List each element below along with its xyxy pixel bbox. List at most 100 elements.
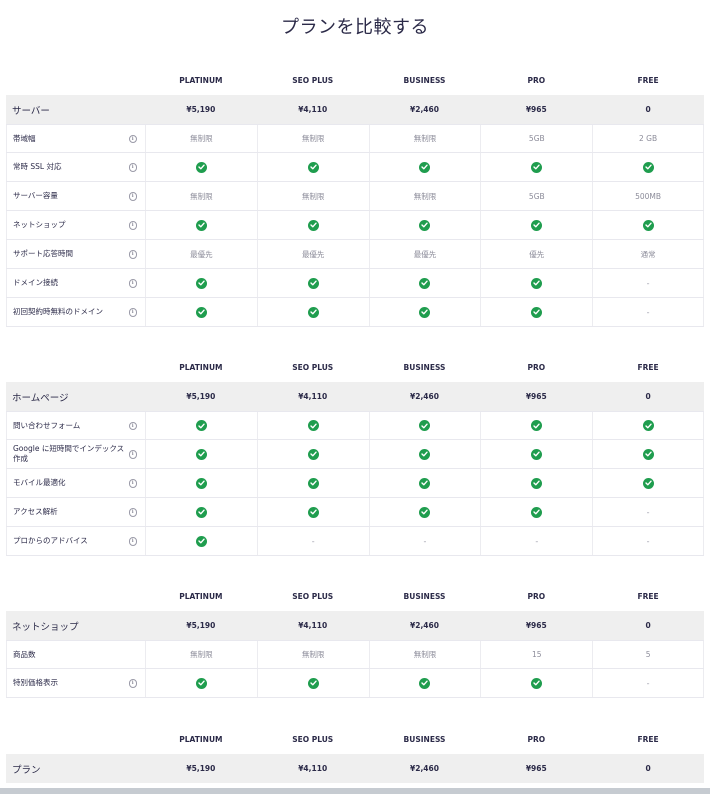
feature-value: 通常 <box>640 249 656 259</box>
check-icon <box>195 306 207 318</box>
check-icon <box>195 219 207 231</box>
not-included-dash: - <box>646 536 650 546</box>
check-icon <box>307 306 319 318</box>
feature-cell <box>480 153 592 181</box>
info-icon[interactable]: i <box>128 308 137 317</box>
feature-cell <box>256 211 369 239</box>
info-icon[interactable]: i <box>128 134 137 143</box>
check-icon <box>419 506 431 518</box>
check-icon <box>642 161 654 173</box>
feature-label-cell: ネットショップ i <box>6 211 145 239</box>
feature-row: プロからのアドバイス i - - - - <box>6 527 704 556</box>
feature-row: 帯域幅 i 無制限 無制限 無制限 5GB 2 GB <box>6 124 704 153</box>
not-included-dash: - <box>646 507 650 517</box>
check-icon <box>419 448 431 460</box>
feature-label-cell: モバイル最適化 i <box>6 469 145 497</box>
info-icon[interactable]: i <box>128 192 137 201</box>
feature-value: 500MB <box>635 191 662 201</box>
feature-value: 2 GB <box>639 134 658 143</box>
check-icon <box>307 677 319 689</box>
feature-label-cell: アクセス解析 i <box>6 498 145 526</box>
plan-header-3: PRO <box>527 363 546 372</box>
check-icon <box>195 448 207 460</box>
feature-value: 5GB <box>528 134 545 143</box>
check-icon <box>419 677 431 689</box>
feature-label: Google に短時間でインデックス作成 <box>13 444 125 463</box>
feature-cell: 無制限 <box>145 641 257 668</box>
feature-label-cell: 帯域幅 i <box>6 125 145 152</box>
info-icon[interactable]: i <box>128 479 137 488</box>
feature-cell <box>145 469 257 497</box>
info-icon[interactable]: i <box>128 537 137 546</box>
feature-label-cell: サポート応答時間 i <box>6 240 145 268</box>
header-spacer <box>6 353 145 382</box>
not-included-dash: - <box>646 678 650 688</box>
info-icon[interactable]: i <box>128 421 137 430</box>
check-icon <box>419 219 431 231</box>
feature-label-cell: サーバー容量 i <box>6 182 145 210</box>
info-icon[interactable]: i <box>128 250 137 259</box>
price-cell: ¥4,110 <box>298 764 328 773</box>
feature-value: 無制限 <box>301 134 325 143</box>
section-title: サーバー <box>12 105 50 117</box>
feature-value: 無制限 <box>413 191 437 201</box>
check-icon <box>195 420 207 431</box>
price-cell: ¥965 <box>525 621 547 630</box>
feature-cell <box>256 440 369 468</box>
info-icon[interactable]: i <box>128 221 137 230</box>
feature-label: 商品数 <box>13 649 36 659</box>
price-cell: 0 <box>645 621 651 630</box>
feature-cell <box>480 412 592 439</box>
feature-label: 帯域幅 <box>13 133 36 143</box>
feature-value: 無制限 <box>190 650 213 659</box>
plan-header-4: FREE <box>637 735 659 744</box>
price-cell: ¥5,190 <box>186 105 216 114</box>
check-icon <box>531 161 543 173</box>
check-icon <box>531 477 543 489</box>
price-row: プラン ¥5,190 ¥4,110 ¥2,460 ¥965 0 <box>6 754 704 783</box>
header-spacer <box>6 582 145 611</box>
feature-label: アクセス解析 <box>13 507 58 516</box>
feature-label: サーバー容量 <box>13 191 58 200</box>
feature-cell <box>368 412 481 439</box>
info-icon[interactable]: i <box>128 163 137 172</box>
info-icon[interactable]: i <box>128 450 137 459</box>
feature-label: 常時 SSL 対応 <box>13 162 62 171</box>
check-icon <box>307 448 319 460</box>
feature-cell: - <box>592 269 704 297</box>
feature-cell: 5 <box>592 641 704 668</box>
plan-header-3: PRO <box>527 76 546 85</box>
feature-cell <box>145 269 257 297</box>
feature-cell: 2 GB <box>592 125 704 152</box>
bottom-scroll-bar[interactable] <box>0 788 710 794</box>
info-icon[interactable]: i <box>128 679 137 688</box>
feature-cell: - <box>256 527 369 555</box>
check-icon <box>195 677 207 689</box>
check-icon <box>307 420 319 431</box>
feature-value: 最優先 <box>413 249 437 259</box>
price-row: ネットショップ ¥5,190 ¥4,110 ¥2,460 ¥965 0 <box>6 611 704 640</box>
feature-row: サポート応答時間 i 最優先 最優先 最優先 優先 通常 <box>6 240 704 269</box>
price-cell: ¥2,460 <box>410 621 439 630</box>
feature-cell: 無制限 <box>145 182 257 210</box>
check-icon <box>531 420 543 431</box>
feature-label-cell: プロからのアドバイス i <box>6 527 145 555</box>
feature-cell: 無制限 <box>256 182 369 210</box>
feature-cell <box>480 498 592 526</box>
info-icon[interactable]: i <box>128 279 137 288</box>
feature-row: アクセス解析 i - <box>6 498 704 527</box>
feature-cell <box>480 211 592 239</box>
feature-cell <box>145 669 257 697</box>
feature-cell <box>592 211 704 239</box>
feature-row: 商品数 無制限 無制限 無制限 15 5 <box>6 640 704 669</box>
feature-cell: 5GB <box>480 125 592 152</box>
info-icon[interactable]: i <box>128 508 137 517</box>
feature-cell: 500MB <box>592 182 704 210</box>
price-cell: ¥5,190 <box>186 764 216 773</box>
feature-label: ドメイン接続 <box>13 278 58 287</box>
feature-row: ドメイン接続 i - <box>6 269 704 298</box>
feature-label-cell: 常時 SSL 対応 i <box>6 153 145 181</box>
not-included-dash: - <box>646 278 650 288</box>
feature-cell <box>368 669 481 697</box>
feature-cell <box>256 669 369 697</box>
